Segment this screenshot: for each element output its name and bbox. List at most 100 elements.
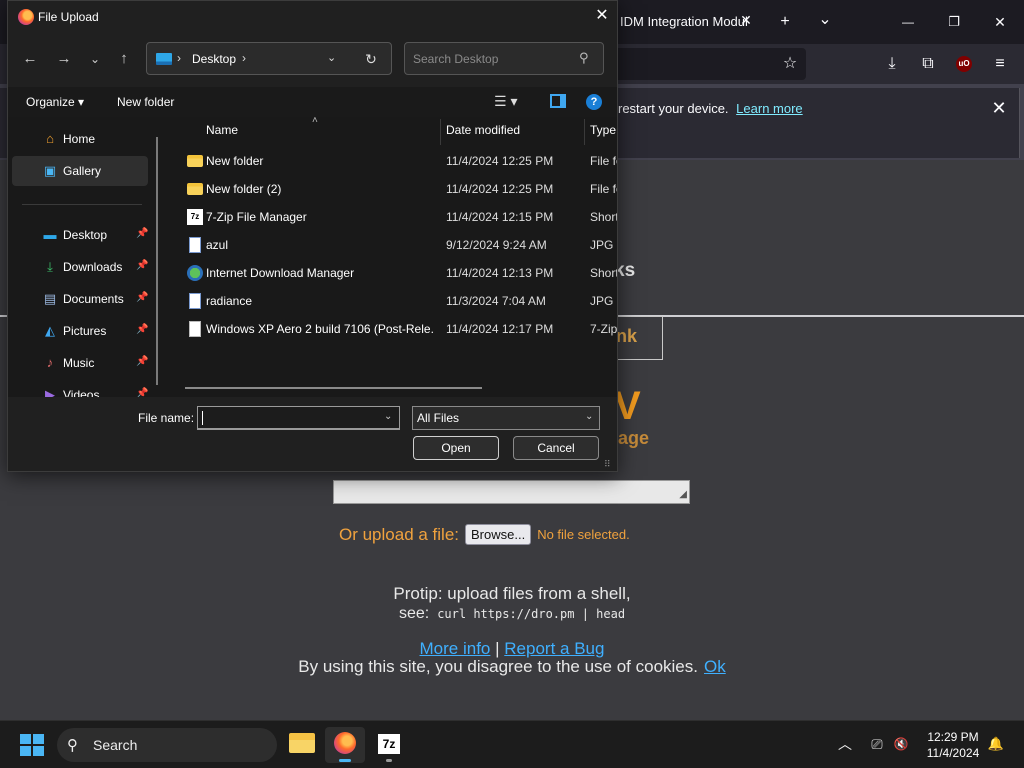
start-windows-icon[interactable] (20, 734, 44, 756)
notifications-bell-icon[interactable]: 🔔 (987, 735, 1005, 753)
file-row[interactable]: Windows XP Aero 2 build 7106 (Post-Rele.… (166, 315, 617, 343)
close-window-button[interactable]: ✕ (988, 12, 1012, 32)
pin-icon[interactable]: 📌 (136, 324, 148, 335)
search-icon[interactable]: ⚲ (579, 50, 589, 66)
breadcrumb-desktop[interactable]: Desktop (192, 52, 236, 66)
file-upload-dialog: File Upload ✕ ← → ⌄ ↑ › Desktop › ⌄ ↻ Se… (7, 0, 618, 472)
extensions-icon[interactable]: ⧉ (918, 54, 938, 74)
file-type-select[interactable]: All Files ⌄ (412, 406, 600, 430)
learn-more-link[interactable]: Learn more (736, 101, 802, 116)
file-explorer-taskbar-button[interactable] (281, 727, 321, 763)
pin-icon[interactable]: 📌 (136, 260, 148, 271)
search-desktop-input[interactable]: Search Desktop ⚲ (404, 42, 604, 75)
notification-text: restart your device. (618, 101, 729, 116)
ublock-origin-icon[interactable]: uO (956, 56, 972, 72)
nav-pane-scrollbar[interactable] (156, 137, 158, 385)
volume-muted-icon[interactable]: 🔇 (892, 735, 910, 753)
more-info-link[interactable]: More info (420, 639, 491, 658)
tray-overflow-chevron-icon[interactable]: ︿ (836, 735, 854, 753)
view-options-icon[interactable]: ☰ ▾ (494, 93, 517, 110)
column-divider[interactable] (584, 119, 585, 145)
back-arrow-icon[interactable]: ← (20, 49, 40, 69)
pin-icon[interactable]: 📌 (136, 388, 148, 397)
file-row[interactable]: New folder 11/4/2024 12:25 PM File fo (166, 147, 617, 175)
column-header-date-modified[interactable]: Date modified (446, 123, 520, 137)
column-header-name[interactable]: Name (206, 123, 238, 137)
file-type-value: All Files (417, 411, 460, 425)
resize-grip-icon[interactable]: ⠿ (604, 459, 611, 470)
paste-textarea[interactable]: ◢ (333, 480, 690, 504)
file-row[interactable]: New folder (2) 11/4/2024 12:25 PM File fo (166, 175, 617, 203)
pictures-icon: ◭ (45, 323, 55, 338)
notification-close-icon[interactable]: ✕ (990, 98, 1008, 119)
file-name-input[interactable]: ⌄ (197, 406, 400, 430)
column-header-type[interactable]: Type (590, 123, 616, 137)
dialog-close-icon[interactable]: ✕ (593, 7, 611, 25)
file-name-dropdown-icon[interactable]: ⌄ (384, 411, 392, 422)
nav-item-desktop[interactable]: ▬ Desktop 📌 (12, 220, 149, 250)
cookie-ok-link[interactable]: Ok (704, 657, 726, 676)
new-folder-button[interactable]: New folder (117, 95, 174, 109)
column-divider[interactable] (440, 119, 441, 145)
file-type-dropdown-icon[interactable]: ⌄ (585, 411, 593, 422)
file-row[interactable]: Internet Download Manager 11/4/2024 12:13… (166, 259, 617, 287)
clock-time: 12:29 PM (927, 730, 979, 744)
nav-item-home[interactable]: ⌂ Home (12, 124, 148, 154)
breadcrumb-chevron-icon[interactable]: › (242, 51, 246, 65)
address-dropdown-icon[interactable]: ⌄ (327, 51, 336, 64)
up-arrow-icon[interactable]: ↑ (114, 49, 134, 69)
cancel-button[interactable]: Cancel (513, 436, 599, 460)
nav-item-gallery[interactable]: ▣ Gallery (12, 156, 148, 186)
file-row[interactable]: radiance 11/3/2024 7:04 AM JPG F (166, 287, 617, 315)
tab-list-chevron-icon[interactable]: ⌄ (813, 10, 837, 30)
nav-item-label: Desktop (63, 228, 108, 242)
restore-button[interactable]: ❐ (942, 12, 966, 32)
bookmark-star-icon[interactable]: ☆ (780, 54, 800, 74)
help-icon[interactable]: ? (586, 94, 602, 110)
network-icon[interactable]: ⎚ (868, 735, 886, 753)
no-file-status: No file selected. (537, 527, 630, 542)
new-tab-button[interactable]: + (773, 12, 797, 32)
minimize-button[interactable]: — (896, 12, 920, 32)
desktop-location-icon (156, 53, 172, 65)
browse-button[interactable]: Browse... (465, 524, 532, 545)
forward-arrow-icon[interactable]: → (54, 49, 74, 69)
nav-item-label: Pictures (63, 324, 107, 338)
organize-button[interactable]: Organize ▾ (26, 95, 84, 109)
taskbar-clock[interactable]: 12:29 PM 11/4/2024 (920, 729, 986, 761)
resize-grip-icon[interactable]: ◢ (675, 489, 687, 501)
nav-item-downloads[interactable]: ⤓ Downloads 📌 (12, 252, 148, 282)
file-row[interactable]: 7z 7-Zip File Manager 11/4/2024 12:15 PM Sh… (166, 203, 617, 231)
gallery-icon: ▣ (43, 163, 57, 178)
url-bar[interactable] (612, 48, 806, 80)
file-name: radiance (206, 294, 253, 308)
pin-icon[interactable]: 📌 (136, 292, 148, 303)
preview-pane-icon[interactable] (550, 94, 566, 108)
nav-item-videos[interactable]: ▶ Videos 📌 (12, 380, 148, 397)
7zip-taskbar-button[interactable]: 7z (369, 727, 409, 763)
refresh-icon[interactable]: ↻ (363, 51, 379, 67)
nav-item-music[interactable]: ♪ Music 📌 (12, 348, 149, 378)
recent-locations-chevron-icon[interactable]: ⌄ (85, 49, 105, 69)
search-placeholder: Search Desktop (413, 52, 499, 66)
address-bar[interactable]: › Desktop › ⌄ ↻ (146, 42, 392, 75)
downloads-icon[interactable]: ⤓ (882, 54, 902, 74)
file-list-horizontal-scrollbar[interactable] (185, 387, 482, 389)
cookie-text: By using this site, you disagree to the … (298, 657, 698, 676)
open-button[interactable]: Open (413, 436, 499, 460)
breadcrumb-chevron-icon[interactable]: › (177, 51, 181, 65)
firefox-icon (334, 732, 356, 754)
pin-icon[interactable]: 📌 (136, 228, 148, 239)
firefox-taskbar-button[interactable] (325, 727, 365, 763)
dialog-title-bar[interactable]: File Upload ✕ (8, 1, 617, 33)
pin-icon[interactable]: 📌 (136, 356, 148, 367)
partial-link-text[interactable]: nk (616, 326, 637, 347)
taskbar-search-box[interactable]: ⚲ Search (57, 728, 277, 762)
hamburger-menu-icon[interactable]: ≡ (990, 54, 1010, 74)
file-row[interactable]: azul 9/12/2024 9:24 AM JPG F (166, 231, 617, 259)
nav-item-documents[interactable]: ▤ Documents 📌 (12, 284, 149, 314)
tab-close-icon[interactable]: ✕ (738, 12, 754, 28)
document-file-icon (189, 321, 201, 337)
report-bug-link[interactable]: Report a Bug (504, 639, 604, 658)
nav-item-pictures[interactable]: ◭ Pictures 📌 (12, 316, 148, 346)
